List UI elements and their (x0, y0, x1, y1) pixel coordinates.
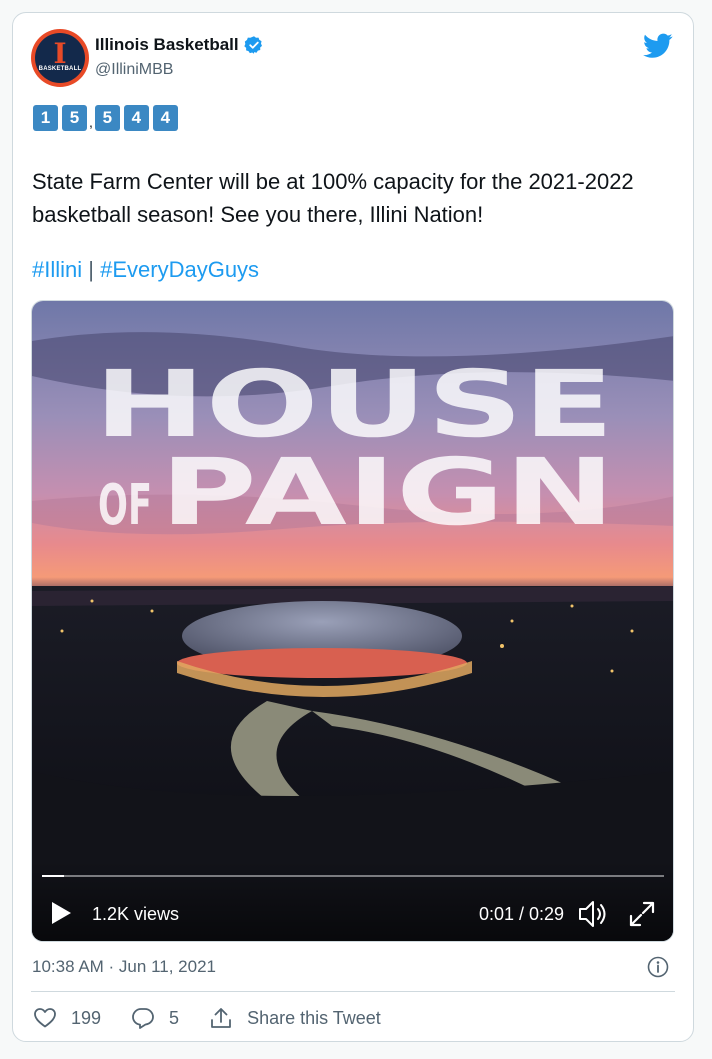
reply-icon (132, 1008, 154, 1029)
share-icon (211, 1008, 231, 1028)
fullscreen-icon[interactable] (629, 901, 655, 927)
view-count: 1.2K views (92, 904, 180, 924)
twitter-bird-icon[interactable] (643, 33, 673, 59)
keycap-digit: 1 (33, 105, 58, 131)
avatar-text: BASKETBALL (38, 66, 82, 72)
verified-badge-icon (243, 36, 262, 54)
hashtag-separator: | (88, 257, 94, 282)
overlay-of: OF (98, 473, 152, 536)
keycap-separator: , (89, 114, 93, 130)
action-bar: 199 5 Share this Tweet (33, 1006, 411, 1030)
keycap-digit: 5 (62, 105, 87, 131)
progress-fill (42, 875, 64, 877)
account-handle[interactable]: @IlliniMBB (95, 61, 173, 79)
tweet-card: I BASKETBALL Illinois Basketball @Illini… (12, 12, 694, 1042)
play-icon[interactable] (50, 901, 72, 925)
account-name[interactable]: Illinois Basketball (95, 35, 239, 55)
overlay-line2: PAIGN (160, 439, 615, 536)
like-count: 199 (71, 1007, 102, 1028)
hashtag-everydayguys[interactable]: #EveryDayGuys (100, 257, 259, 282)
hashtag-illini[interactable]: #Illini (32, 257, 82, 282)
tweet-timestamp[interactable]: 10:38 AM · Jun 11, 2021 (32, 957, 216, 977)
avatar-logo: I BASKETBALL (35, 33, 85, 83)
like-button[interactable]: 199 (33, 1006, 101, 1030)
tweet-text: State Farm Center will be at 100% capaci… (32, 169, 634, 227)
keycap-digit: 4 (152, 105, 178, 131)
reply-count: 5 (169, 1007, 180, 1028)
keycap-digit: 4 (123, 105, 149, 131)
share-button[interactable]: Share this Tweet (209, 1006, 381, 1030)
video-controls: 1.2K views 0:01 / 0:29 (32, 861, 673, 941)
account-name-row[interactable]: Illinois Basketball (95, 35, 264, 55)
avatar[interactable]: I BASKETBALL (31, 29, 89, 87)
divider (31, 991, 675, 992)
video-player[interactable]: HOUSE OF PAIGN 1.2K views 0:01 / 0:29 (31, 300, 674, 942)
video-time: 0:01 / 0:29 (479, 904, 565, 924)
progress-bar[interactable] (42, 875, 664, 877)
keycap-number: 1 5 , 5 4 4 (33, 105, 182, 131)
volume-icon[interactable] (577, 899, 609, 929)
keycap-digit: 5 (94, 105, 120, 131)
hashtag-row: #Illini | #EveryDayGuys (32, 255, 259, 285)
info-icon[interactable] (647, 956, 669, 978)
reply-button[interactable]: 5 (131, 1006, 179, 1030)
heart-icon (34, 1008, 56, 1028)
video-overlay-title: HOUSE OF PAIGN (94, 356, 615, 536)
share-label: Share this Tweet (247, 1007, 381, 1028)
